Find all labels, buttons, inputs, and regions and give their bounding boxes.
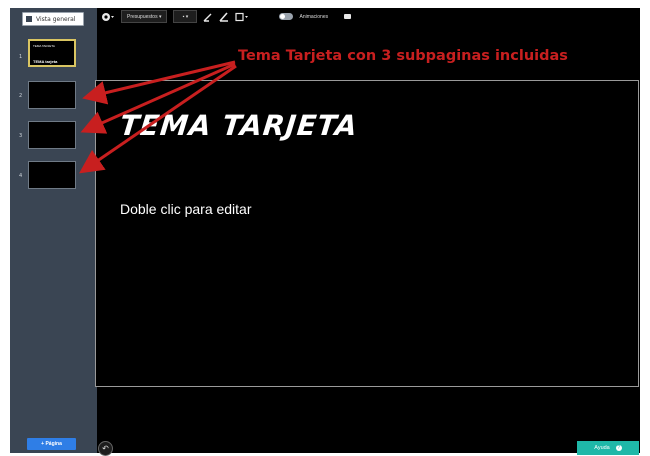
help-icon: ? bbox=[615, 445, 622, 451]
animations-label: Animaciones bbox=[299, 13, 329, 20]
slide-sidebar: Vista general 1 TEMA TARJETA TEMA tarjet… bbox=[10, 8, 97, 453]
slide-number-1: 1 bbox=[19, 54, 23, 60]
overview-icon bbox=[26, 16, 32, 22]
slide-number-3: 3 bbox=[19, 133, 23, 139]
layouts-dropdown[interactable]: Presupuestos ▾ bbox=[121, 10, 168, 23]
pen-icon[interactable] bbox=[203, 11, 213, 22]
slide-thumbnail-3[interactable] bbox=[28, 121, 76, 149]
shape-dropdown-icon[interactable] bbox=[101, 11, 115, 22]
line-icon[interactable] bbox=[219, 11, 229, 22]
animations-toggle[interactable] bbox=[279, 13, 294, 20]
overview-label: Vista general bbox=[36, 15, 76, 23]
slide-thumbnail-2[interactable] bbox=[28, 81, 76, 109]
slide-body-placeholder[interactable]: Doble clic para editar bbox=[120, 201, 252, 217]
thumb-small-text: TEMA TARJETA bbox=[33, 44, 55, 48]
help-label: Ayuda bbox=[594, 445, 610, 451]
slide-thumbnail-1[interactable]: TEMA TARJETA TEMA tarjeta bbox=[28, 39, 76, 67]
help-button[interactable]: Ayuda ? bbox=[577, 441, 639, 455]
add-page-button[interactable]: + Página bbox=[27, 438, 76, 450]
overview-button[interactable]: Vista general bbox=[22, 12, 84, 26]
slide-number-4: 4 bbox=[19, 173, 23, 179]
frame-dropdown-icon[interactable] bbox=[235, 11, 249, 22]
thumb-title-text: TEMA tarjeta bbox=[33, 59, 58, 64]
slide-title[interactable]: TEMA TARJETA bbox=[118, 109, 359, 142]
color-dropdown[interactable]: ▪ ▾ bbox=[173, 10, 198, 23]
toolbar: Presupuestos ▾ ▪ ▾ Animaciones bbox=[97, 8, 640, 25]
annotation-callout: Tema Tarjeta con 3 subpaginas incluidas bbox=[238, 48, 568, 64]
slide-canvas[interactable]: TEMA TARJETA Doble clic para editar bbox=[95, 80, 639, 387]
comment-icon[interactable] bbox=[344, 14, 352, 19]
slide-thumbnail-4[interactable] bbox=[28, 161, 76, 189]
slide-number-2: 2 bbox=[19, 93, 23, 99]
undo-icon[interactable]: ↶ bbox=[98, 441, 113, 456]
